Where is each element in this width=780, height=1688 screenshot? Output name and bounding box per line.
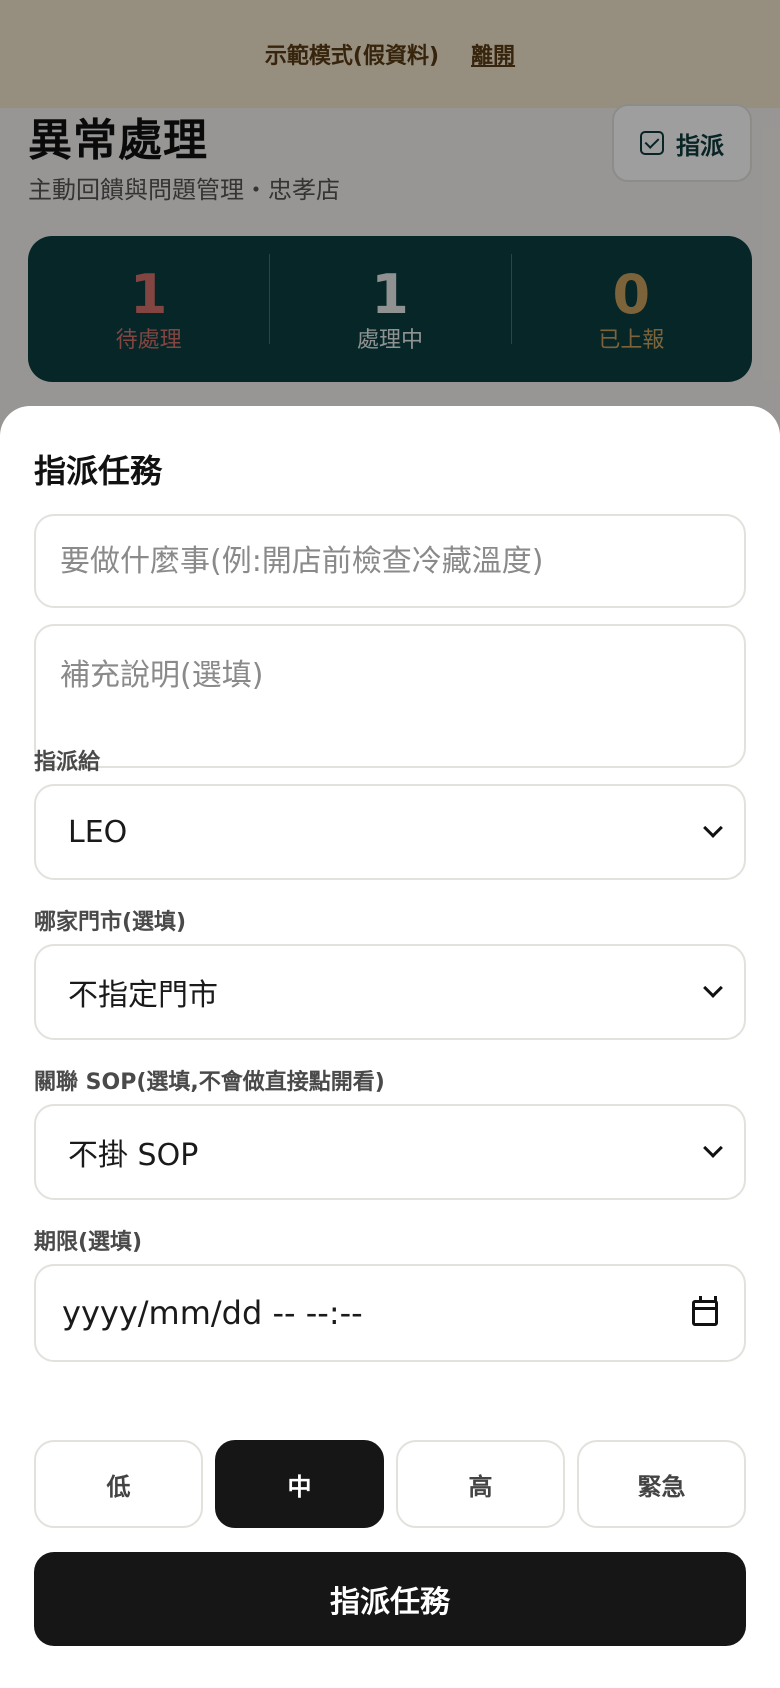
deadline-input[interactable]: yyyy/mm/dd -- --:-- <box>34 1264 746 1362</box>
sop-label: 關聯 SOP(選填,不會做直接點開看) <box>34 1070 385 1095</box>
submit-assign-button[interactable]: 指派任務 <box>34 1552 746 1646</box>
deadline-value: yyyy/mm/dd -- --:-- <box>62 1294 363 1332</box>
chevron-down-icon <box>703 818 723 838</box>
priority-urgent-button[interactable]: 緊急 <box>577 1440 746 1528</box>
sop-value: 不掛 SOP <box>68 1138 199 1173</box>
assignee-value: LEO <box>68 814 128 850</box>
assignee-label: 指派給 <box>34 750 101 775</box>
store-select[interactable]: 不指定門市 <box>34 944 746 1040</box>
deadline-label: 期限(選填) <box>34 1230 143 1255</box>
assignee-select[interactable]: LEO <box>34 784 746 880</box>
store-label: 哪家門市(選填) <box>34 910 187 935</box>
priority-low-button[interactable]: 低 <box>34 1440 203 1528</box>
calendar-icon[interactable] <box>692 1296 718 1326</box>
priority-selector: 低 中 高 緊急 <box>34 1440 746 1528</box>
sheet-title: 指派任務 <box>34 452 163 490</box>
priority-medium-button[interactable]: 中 <box>215 1440 384 1528</box>
sop-select[interactable]: 不掛 SOP <box>34 1104 746 1200</box>
chevron-down-icon <box>703 978 723 998</box>
task-input[interactable] <box>34 514 746 608</box>
assign-task-sheet: 指派任務 指派給 LEO 哪家門市(選填) 不指定門市 關聯 SOP(選填,不會… <box>0 406 780 1688</box>
store-value: 不指定門市 <box>68 978 218 1013</box>
priority-high-button[interactable]: 高 <box>396 1440 565 1528</box>
note-textarea[interactable] <box>34 624 746 768</box>
chevron-down-icon <box>703 1138 723 1158</box>
